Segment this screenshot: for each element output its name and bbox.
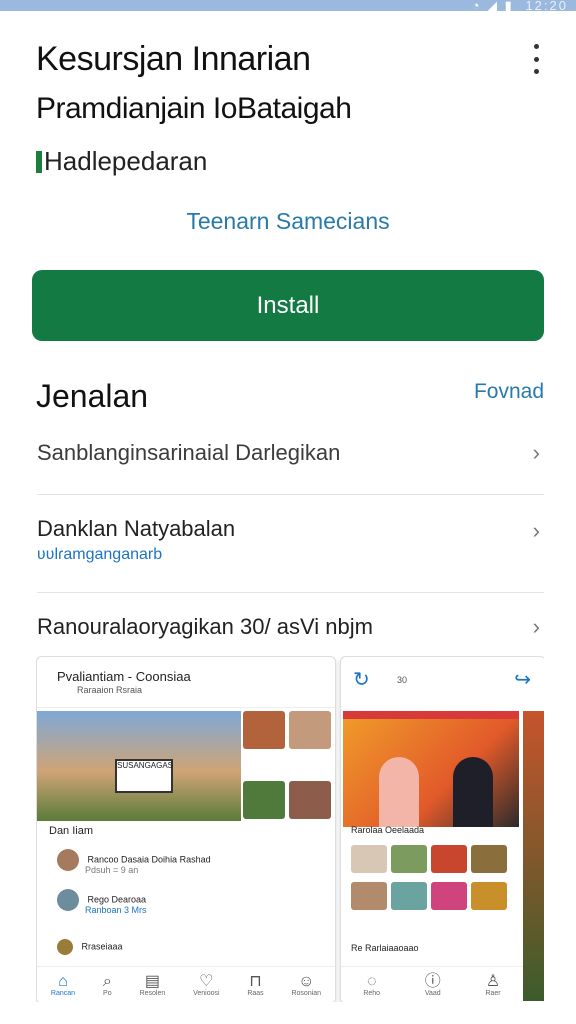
chevron-right-icon: › bbox=[532, 440, 540, 465]
search-icon: ⌕ bbox=[102, 972, 112, 990]
feed-row[interactable]: Rancoo Dasaia Doihia Rashad Pdsuh = 9 an bbox=[57, 849, 211, 875]
screenshot-2[interactable]: ↻ 30 ↪ Rarolaa Oeelaada Re Rarlaiaaoaao … bbox=[340, 656, 544, 1002]
next-screenshot-peek bbox=[523, 711, 544, 1001]
battery-icon: ▮ bbox=[504, 0, 514, 13]
section-title: Jenalan bbox=[36, 378, 149, 414]
profile-nav-item[interactable]: ☺ Rosonian bbox=[291, 972, 321, 997]
refresh-icon[interactable]: ↻ bbox=[353, 667, 370, 692]
signal-icon: ◢ bbox=[487, 0, 500, 13]
wifi-icon: ◔ bbox=[471, 0, 482, 13]
install-button[interactable]: Install bbox=[32, 270, 544, 341]
home-icon: ⌂ bbox=[58, 972, 68, 990]
avatar bbox=[57, 939, 73, 955]
screenshot-2-bottom-nav: ◌ Reho ⓘ Vaad ♙ Raer bbox=[341, 966, 523, 1002]
developer-name[interactable]: Pramdianjain IoBataigah bbox=[36, 92, 352, 126]
account-nav-item[interactable]: ♙ Raer bbox=[485, 972, 501, 997]
activity-nav-item[interactable]: ◌ Reho bbox=[363, 972, 380, 997]
status-bar: ◔ ◢ ▮ 12:20 bbox=[0, 0, 576, 14]
person-figure bbox=[453, 757, 493, 827]
chevron-right-icon: › bbox=[532, 614, 540, 639]
category-marker bbox=[36, 150, 42, 173]
screenshot-1-bottom-nav: ⌂ Rancan ⌕ Po ▤ Resolen ♡ Venioosi ⊓ Raas ☺ Ro… bbox=[37, 966, 335, 1002]
section-link[interactable]: Fovnad bbox=[474, 380, 544, 404]
category-label: Hadlepedaran bbox=[44, 146, 208, 176]
user-icon: ♙ bbox=[485, 972, 501, 990]
chat-icon: ◌ bbox=[366, 972, 377, 990]
video-thumbnail[interactable] bbox=[343, 711, 519, 827]
library-nav-item[interactable]: ▤ Resolen bbox=[140, 972, 166, 997]
feed-row-sub: Ranboan 3 Mrs bbox=[85, 905, 147, 915]
hero-sign: SUSANGAGAS bbox=[115, 759, 173, 793]
list-item-subtitle: ʋʋlɾamganganarb bbox=[37, 546, 166, 563]
list-item-title: Ranouralaoryagikan 30/ asVi nbjm bbox=[37, 614, 373, 639]
list-item[interactable]: Ranouralaoryagikan 30/ asVi nbjm › bbox=[37, 614, 544, 650]
info-icon: ⓘ bbox=[424, 972, 441, 990]
avatar bbox=[57, 889, 79, 911]
hero-image: SUSANGAGAS bbox=[37, 711, 241, 821]
info-nav-item[interactable]: ⓘ Vaad bbox=[424, 972, 441, 997]
person-figure bbox=[379, 757, 419, 827]
feed-row-title: Rego Dearoaa bbox=[87, 894, 147, 905]
screenshot-2-feed-title: Rarolaa Oeelaada bbox=[351, 825, 425, 835]
bag-nav-item[interactable]: ⊓ Raas bbox=[247, 972, 263, 997]
status-time: 12:20 bbox=[525, 0, 568, 13]
screenshot-1-header: Pvaliantiam - Coonsiaa Raraaion Rsraia bbox=[37, 657, 335, 708]
feed-row-title: Rancoo Dasaia Doihia Rashad bbox=[87, 854, 211, 865]
feed-row[interactable]: Rraseiaaa bbox=[57, 939, 123, 955]
screenshot-1[interactable]: Pvaliantiam - Coonsiaa Raraaion Rsraia S… bbox=[36, 656, 336, 1002]
screenshot-2-count: 30 bbox=[397, 675, 408, 685]
screenshot-1-subtitle: Raraaion Rsraia bbox=[77, 685, 143, 695]
status-icons: ◔ ◢ ▮ 12:20 bbox=[472, 0, 568, 14]
more-options-icon[interactable] bbox=[526, 44, 546, 74]
favorites-nav-item[interactable]: ♡ Venioosi bbox=[193, 972, 219, 997]
heart-icon: ♡ bbox=[199, 972, 214, 990]
home-nav-item[interactable]: ⌂ Rancan bbox=[51, 972, 75, 997]
app-link[interactable]: Teenarn Samecians bbox=[0, 208, 576, 235]
list-item[interactable]: Sanblanginsarinaial Darlegikan › bbox=[37, 440, 544, 495]
screenshots-carousel[interactable]: Pvaliantiam - Coonsiaa Raraaion Rsraia S… bbox=[36, 656, 544, 1002]
feed-title: Dan Iiam bbox=[49, 825, 94, 837]
bag-icon: ⊓ bbox=[249, 972, 262, 990]
list-item-title: Danklan Natyabalan bbox=[37, 516, 236, 541]
share-icon[interactable]: ↪ bbox=[514, 667, 531, 692]
screenshot-1-title: Pvaliantiam - Coonsiaa bbox=[57, 669, 191, 684]
app-category: Hadlepedaran bbox=[36, 146, 207, 177]
avatar bbox=[57, 849, 79, 871]
screenshot-2-footer-row: Re Rarlaiaaoaao bbox=[351, 943, 419, 953]
app-title: Kesursjan Innarian bbox=[36, 40, 311, 78]
screenshot-2-header: ↻ 30 ↪ bbox=[341, 657, 544, 707]
feed-row[interactable]: Rego Dearoaa Ranboan 3 Mrs bbox=[57, 889, 147, 915]
library-icon: ▤ bbox=[144, 972, 160, 990]
search-nav-item[interactable]: ⌕ Po bbox=[102, 972, 112, 997]
list-item-title: Sanblanginsarinaial Darlegikan bbox=[37, 440, 341, 465]
thumbnail-grid bbox=[243, 711, 335, 819]
list-item[interactable]: Danklan Natyabalan ʋʋlɾamganganarb › bbox=[37, 516, 544, 593]
tile-grid bbox=[349, 843, 519, 917]
smile-icon: ☺ bbox=[298, 972, 315, 990]
feed-row-title: Rraseiaaa bbox=[81, 941, 123, 952]
feed-row-sub: Pdsuh = 9 an bbox=[85, 865, 139, 875]
chevron-right-icon: › bbox=[532, 518, 540, 543]
